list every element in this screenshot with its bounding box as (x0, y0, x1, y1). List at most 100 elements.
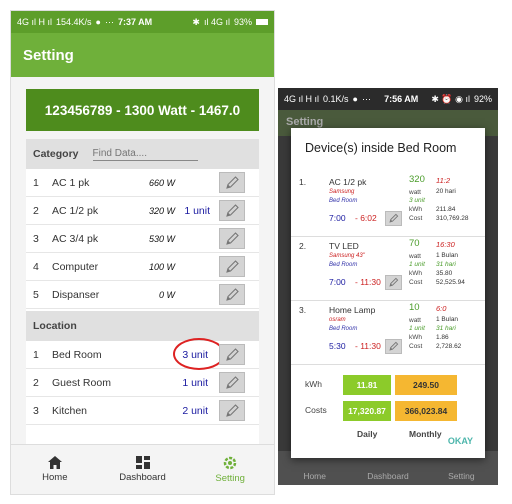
network-indicator: 4G ıl H ıl (17, 17, 53, 27)
network-speed: 154.4K/s (56, 17, 92, 27)
signal-icon: ıl 4G ıl (203, 17, 230, 27)
edit-icon (389, 277, 399, 287)
location-name: Bed Room (52, 348, 102, 361)
nav-home[interactable]: Home (11, 445, 99, 494)
location-row[interactable]: 3 Kitchen 2 unit (26, 397, 259, 425)
nav-home-label: Home (42, 472, 68, 483)
chat-icon: ● (352, 94, 358, 104)
content-area: 123456789 - 1300 Watt - 1467.0 Category … (11, 77, 274, 444)
location-number: 2 (33, 376, 39, 389)
item-unit: 1 unit (409, 325, 425, 332)
setting-screen: 4G ıl H ıl 154.4K/s ● ⋯ 7:37 AM ✱ ıl 4G … (10, 10, 275, 495)
more-icon: ⋯ (361, 93, 371, 104)
edit-location-button[interactable] (219, 400, 245, 421)
okay-button[interactable]: OKAY (448, 436, 473, 446)
edit-schedule-button[interactable] (385, 211, 402, 226)
device-number: 5 (33, 288, 39, 301)
device-name: Dispanser (52, 288, 100, 301)
status-bar-right: 4G ıl H ıl 0.1K/s ● ⋯ 7:56 AM ✱ ⏰ ◉ ıl 9… (278, 88, 498, 110)
device-number: 4 (33, 260, 39, 273)
item-hours: 16:30 (436, 240, 455, 249)
nav-dashboard[interactable]: Dashboard (99, 445, 187, 494)
item-kwh: 211.84 (436, 206, 456, 213)
item-days: 20 hari (436, 188, 456, 195)
item-room: Bed Room (329, 198, 358, 204)
item-days: 1 Bulan (436, 252, 459, 259)
device-row: 4 Computer 100 W (26, 253, 259, 281)
location-row[interactable]: 1 Bed Room 3 unit (26, 338, 259, 370)
nav-setting[interactable]: Setting (186, 445, 274, 494)
edit-schedule-button[interactable] (385, 339, 402, 354)
edit-icon (389, 213, 399, 223)
status-bar: 4G ıl H ıl 154.4K/s ● ⋯ 7:37 AM ✱ ıl 4G … (11, 11, 274, 33)
device-list: 1 AC 1 pk 660 W 2 AC 1/2 pk 320 W 1 unit 3 AC 3/… (26, 169, 259, 309)
item-name: AC 1/2 pk (329, 177, 367, 187)
device-number: 1 (33, 176, 39, 189)
settings-icon (223, 456, 237, 469)
location-unit-count[interactable]: 1 unit (182, 377, 211, 389)
device-watt: 0 W (158, 289, 175, 300)
category-label: Category (33, 148, 79, 160)
edit-icon (226, 175, 239, 189)
device-watt: 530 W (148, 233, 175, 244)
edit-location-button[interactable] (219, 344, 245, 365)
status-time: 7:37 AM (117, 17, 153, 27)
highlight-circle (173, 338, 225, 370)
edit-device-button[interactable] (219, 284, 245, 305)
settings-panel: Category 1AC 1 pk660 W2AC 1/2 pk320 W1 u… (26, 139, 259, 444)
item-number: 2. (299, 241, 307, 251)
item-watt-value: 320 (409, 174, 425, 185)
device-number: 3 (33, 232, 39, 245)
summary-kwh-label: kWh (305, 379, 322, 389)
edit-device-button[interactable] (219, 200, 245, 221)
item-cost: 310,769.28 (436, 215, 469, 222)
item-cost: 52,525.94 (436, 279, 465, 286)
dialog-device-list: 1. AC 1/2 pk Samsung Bed Room 7:00- 6:02 320 w… (291, 173, 485, 365)
device-row: 5 Dispanser 0 W (26, 281, 259, 309)
item-kwh-label: kWh (409, 270, 422, 277)
item-on-time: 7:00 (329, 277, 346, 287)
item-on-time: 7:00 (329, 213, 346, 223)
edit-icon (226, 347, 239, 361)
item-brand: Samsung (329, 189, 355, 195)
item-on-time: 5:30 (329, 341, 346, 351)
item-watt-value: 70 (409, 238, 420, 249)
item-kwh: 1.86 (436, 334, 449, 341)
edit-icon (226, 375, 239, 389)
item-kwh: 35.80 (436, 270, 453, 277)
edit-icon (226, 403, 239, 417)
edit-icon (226, 287, 239, 301)
dialog-title: Device(s) inside Bed Room (305, 141, 457, 155)
device-name: AC 1/2 pk (52, 204, 99, 217)
location-unit-count[interactable]: 2 unit (182, 405, 211, 417)
location-name: Kitchen (52, 404, 88, 417)
find-data-input[interactable] (92, 147, 198, 161)
device-name: AC 3/4 pk (52, 232, 99, 245)
device-summary-banner: 123456789 - 1300 Watt - 1467.0 (26, 89, 259, 131)
dialog-device-item: 2. TV LED Samsung 43" Bed Room 7:00 - 11:30 70… (291, 237, 485, 301)
daily-kwh-value: 11.81 (343, 375, 391, 395)
device-row: 1 AC 1 pk 660 W (26, 169, 259, 197)
monthly-cost-value: 366,023.84 (395, 401, 457, 421)
page-title: Setting (23, 46, 74, 64)
item-off-time: - 6:02 (355, 213, 377, 223)
location-row[interactable]: 2 Guest Room 1 unit (26, 369, 259, 397)
edit-schedule-button[interactable] (385, 275, 402, 290)
device-row: 3 AC 3/4 pk 530 W (26, 225, 259, 253)
edit-device-button[interactable] (219, 228, 245, 249)
category-header: Category (26, 139, 259, 169)
dashboard-icon (135, 456, 150, 469)
item-unit: 3 unit (409, 197, 425, 204)
item-number: 1. (299, 177, 307, 187)
status-time: 7:56 AM (384, 94, 419, 104)
dialog-device-item: 3. Home Lamp osram Bed Room 5:30- 11:30 10 wat… (291, 301, 485, 365)
edit-icon (226, 203, 239, 217)
edit-device-button[interactable] (219, 172, 245, 193)
edit-icon (389, 341, 399, 351)
bluetooth-icon: ✱ (192, 16, 200, 27)
device-name: AC 1 pk (52, 176, 90, 189)
edit-location-button[interactable] (219, 372, 245, 393)
item-room: Bed Room (329, 262, 358, 268)
item-days-count: 31 hari (436, 325, 456, 332)
edit-device-button[interactable] (219, 256, 245, 277)
